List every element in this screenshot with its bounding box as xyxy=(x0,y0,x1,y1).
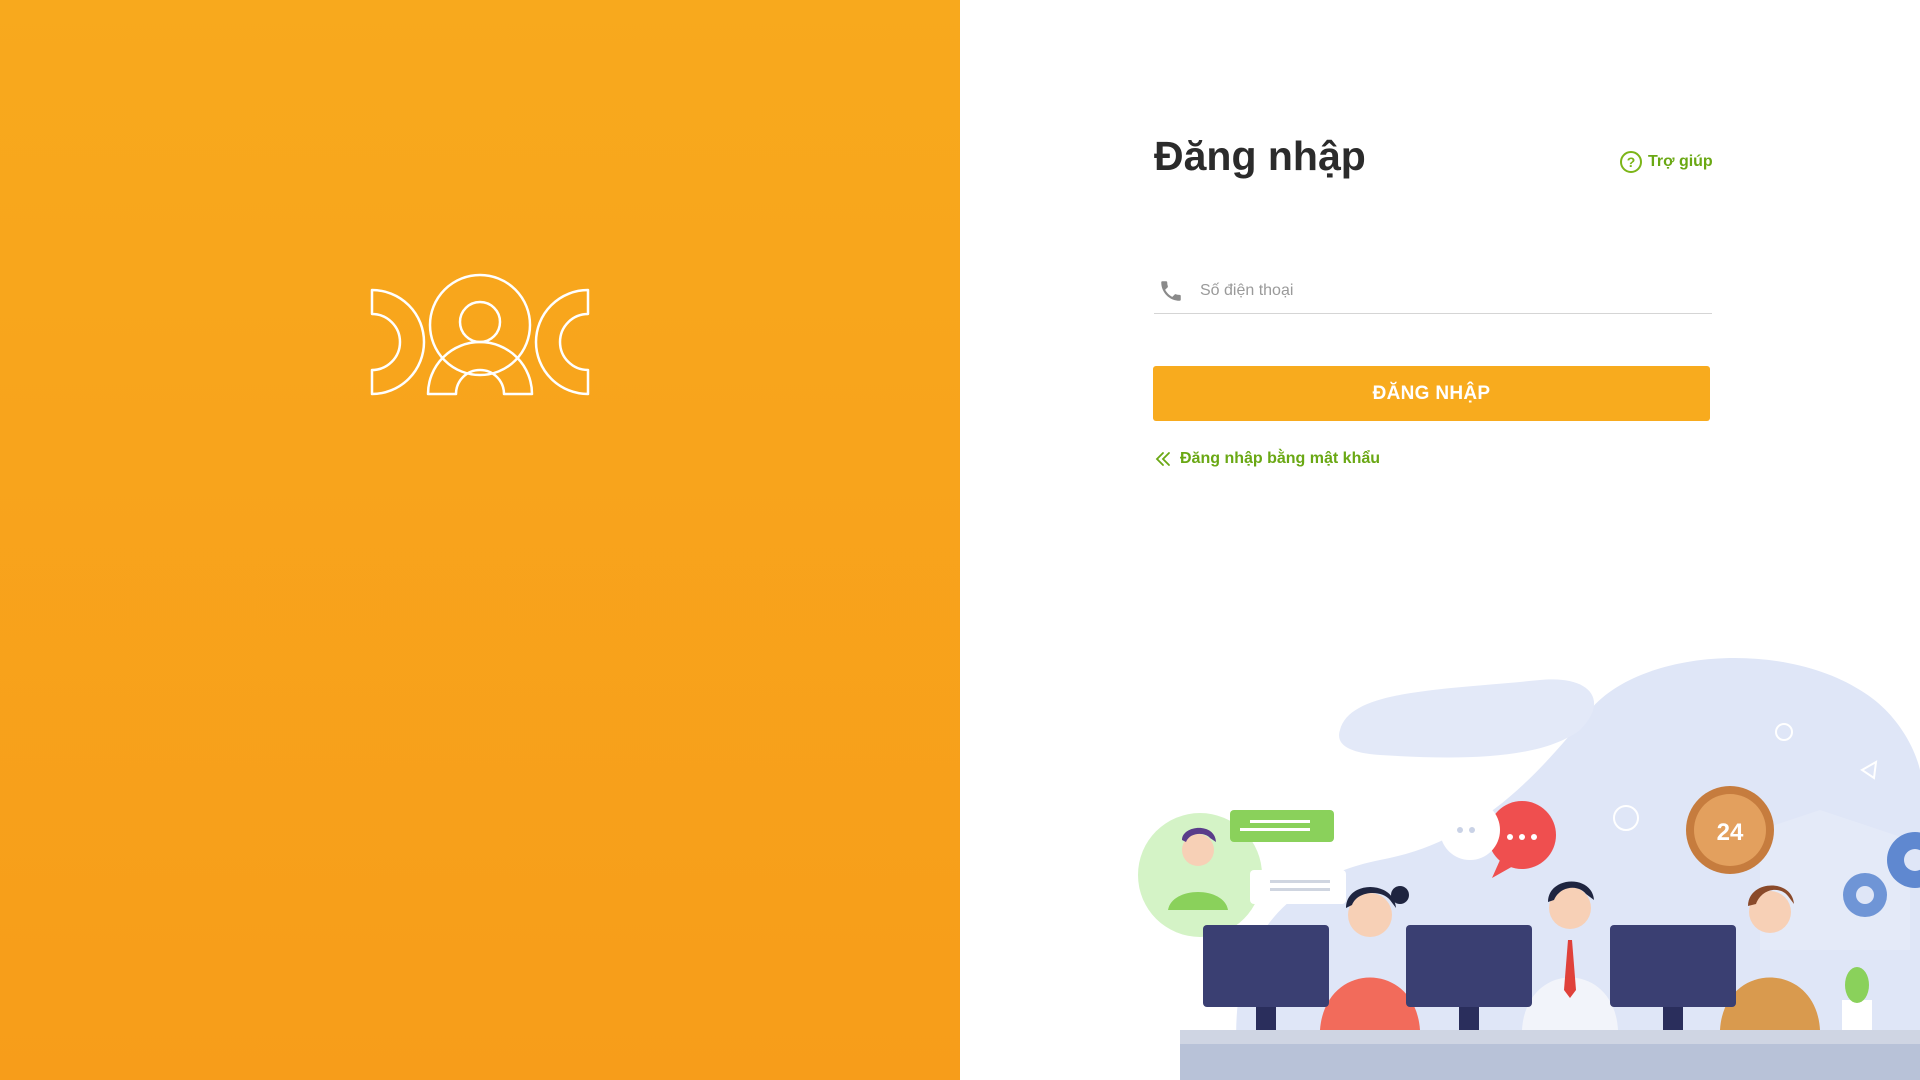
page-title: Đăng nhập xyxy=(1154,133,1366,179)
login-button[interactable]: ĐĂNG NHẬP xyxy=(1153,366,1710,421)
question-circle-icon: ? xyxy=(1620,151,1642,173)
password-login-link[interactable]: Đăng nhập bằng mật khẩu xyxy=(1154,450,1380,468)
double-chevron-left-icon xyxy=(1155,452,1170,466)
help-link[interactable]: ? Trợ giúp xyxy=(1620,148,1713,176)
help-label: Trợ giúp xyxy=(1648,153,1713,170)
password-login-label: Đăng nhập bằng mật khẩu xyxy=(1180,450,1381,467)
phone-input[interactable] xyxy=(1198,269,1712,312)
brand-logo-icon xyxy=(370,273,590,396)
call-center-illustration: 24 xyxy=(1138,657,1920,1080)
badge-24-label: 24 xyxy=(1717,819,1744,846)
phone-icon xyxy=(1161,280,1181,301)
phone-field xyxy=(1154,268,1712,314)
brand-panel xyxy=(0,0,960,1080)
